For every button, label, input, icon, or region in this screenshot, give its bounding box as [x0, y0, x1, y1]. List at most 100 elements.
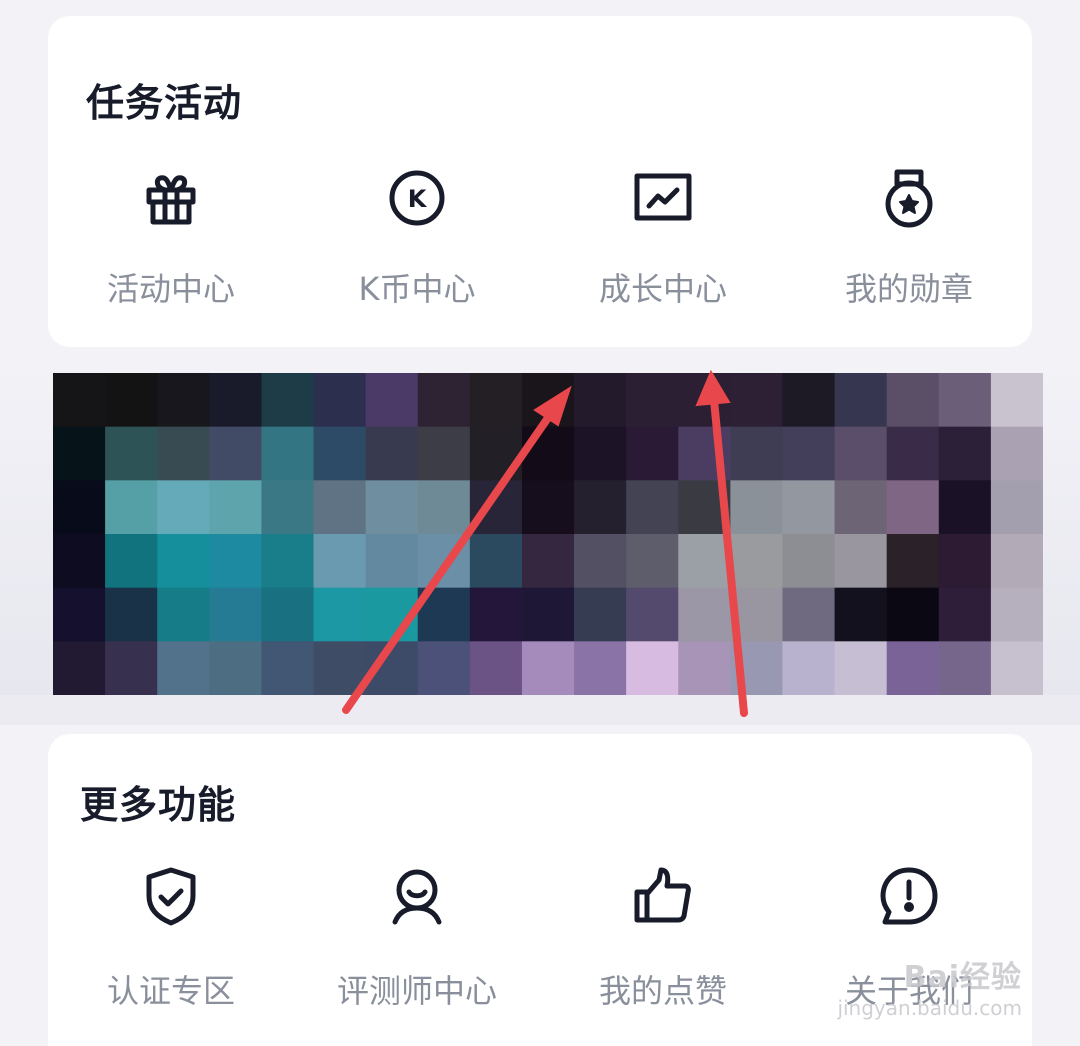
mosaic-tile	[313, 534, 367, 589]
my-likes-button[interactable]: 我的点赞	[540, 864, 786, 1012]
activity-center-label: 活动中心	[106, 270, 235, 308]
mosaic-tile	[313, 641, 367, 695]
mosaic-tile	[574, 587, 627, 642]
mosaic-tile	[521, 373, 575, 428]
mosaic-tile	[834, 480, 888, 535]
section-title: 任务活动	[86, 81, 243, 125]
mosaic-tile	[574, 534, 627, 589]
activity-center-button[interactable]: 活动中心	[48, 166, 294, 310]
mosaic-tile	[157, 373, 210, 428]
mosaic-tile	[521, 641, 575, 695]
reviewer-center-label: 评测师中心	[336, 972, 497, 1010]
mosaic-tile	[417, 534, 471, 589]
app-screen: 任务活动 活动中心 K K币中心 成长中心 我的勋章 更多功能 认证专区 评测师…	[0, 0, 1080, 1046]
mosaic-tile	[365, 587, 419, 642]
mosaic-tile	[417, 641, 471, 695]
mosaic-tile	[365, 426, 419, 481]
mosaic-tile	[469, 587, 523, 642]
mosaic-tile	[105, 480, 158, 535]
mosaic-tile	[782, 641, 836, 695]
mosaic-tile	[261, 534, 315, 589]
mosaic-tile	[990, 426, 1043, 481]
mosaic-tile	[938, 534, 992, 589]
info-bubble-icon	[877, 864, 941, 928]
watermark-main-text: Bai经验	[903, 960, 1022, 995]
mosaic-tile	[365, 480, 419, 535]
mosaic-tile	[105, 426, 158, 481]
mosaic-tile	[730, 641, 784, 695]
mosaic-tile	[574, 426, 627, 481]
my-medals-label: 我的勋章	[844, 270, 973, 308]
mosaic-tile	[886, 426, 940, 481]
mosaic-tile	[417, 587, 471, 642]
growth-chart-icon	[631, 166, 695, 230]
mosaic-tile	[834, 641, 888, 695]
my-medals-button[interactable]: 我的勋章	[786, 166, 1032, 310]
mosaic-tile	[938, 426, 992, 481]
mosaic-tile	[574, 480, 627, 535]
mosaic-tile	[626, 641, 679, 695]
growth-center-button[interactable]: 成长中心	[540, 166, 786, 310]
mosaic-tile	[730, 534, 784, 589]
mosaic-tile	[730, 373, 784, 428]
mosaic-tile	[730, 587, 784, 642]
task-activities-grid: 活动中心 K K币中心 成长中心 我的勋章	[48, 166, 1032, 310]
mosaic-tile	[834, 426, 888, 481]
mosaic-tile	[938, 587, 992, 642]
mosaic-tile	[105, 641, 158, 695]
mosaic-tile	[53, 426, 106, 481]
mosaic-tile	[834, 373, 888, 428]
mosaic-tile	[782, 426, 836, 481]
mosaic-tile	[730, 426, 784, 481]
mosaic-tile	[834, 534, 888, 589]
mosaic-tile	[886, 373, 940, 428]
growth-center-label: 成长中心	[598, 270, 727, 308]
mosaic-tile	[105, 373, 158, 428]
mosaic-tile	[678, 426, 731, 481]
reviewer-icon	[385, 864, 449, 928]
mosaic-tile	[157, 426, 210, 481]
watermark-url: jingyan.baidu.com	[837, 996, 1022, 1020]
mosaic-tile	[521, 587, 575, 642]
certification-zone-button[interactable]: 认证专区	[48, 864, 294, 1012]
mosaic-tile	[626, 480, 679, 535]
mosaic-tile	[678, 534, 731, 589]
mosaic-tile	[53, 587, 106, 642]
mosaic-tile	[157, 480, 210, 535]
mosaic-tile	[157, 641, 210, 695]
mosaic-tile	[105, 587, 158, 642]
mosaic-tile	[626, 534, 679, 589]
mosaic-tile	[521, 426, 575, 481]
mosaic-tile	[469, 373, 523, 428]
mosaic-tile	[990, 587, 1043, 642]
mosaic-tile	[261, 587, 315, 642]
pixelated-banner-image[interactable]	[53, 373, 1043, 695]
mosaic-tile	[886, 480, 940, 535]
mosaic-tile	[365, 534, 419, 589]
shield-check-icon	[139, 864, 203, 928]
mosaic-tile	[157, 534, 210, 589]
mosaic-tile	[886, 587, 940, 642]
mosaic-tile	[990, 373, 1043, 428]
mosaic-tile	[313, 480, 367, 535]
banner-bottom-strip	[0, 695, 1080, 725]
mosaic-tile	[990, 480, 1043, 535]
mosaic-tile	[417, 426, 471, 481]
mosaic-tile	[834, 587, 888, 642]
mosaic-tile	[782, 587, 836, 642]
mosaic-tile	[626, 587, 679, 642]
mosaic-tile	[626, 373, 679, 428]
k-coin-center-button[interactable]: K K币中心	[294, 166, 540, 310]
mosaic-tile	[365, 641, 419, 695]
mosaic-tile	[990, 641, 1043, 695]
mosaic-tile	[209, 426, 263, 481]
section-title: 更多功能	[80, 783, 237, 827]
medal-icon	[877, 166, 941, 230]
reviewer-center-button[interactable]: 评测师中心	[294, 864, 540, 1012]
mosaic-tile	[678, 480, 731, 535]
mosaic-tile	[938, 480, 992, 535]
mosaic-tile	[53, 534, 106, 589]
mosaic-tile	[313, 587, 367, 642]
mosaic-tile	[626, 426, 679, 481]
mosaic-tile	[886, 641, 940, 695]
